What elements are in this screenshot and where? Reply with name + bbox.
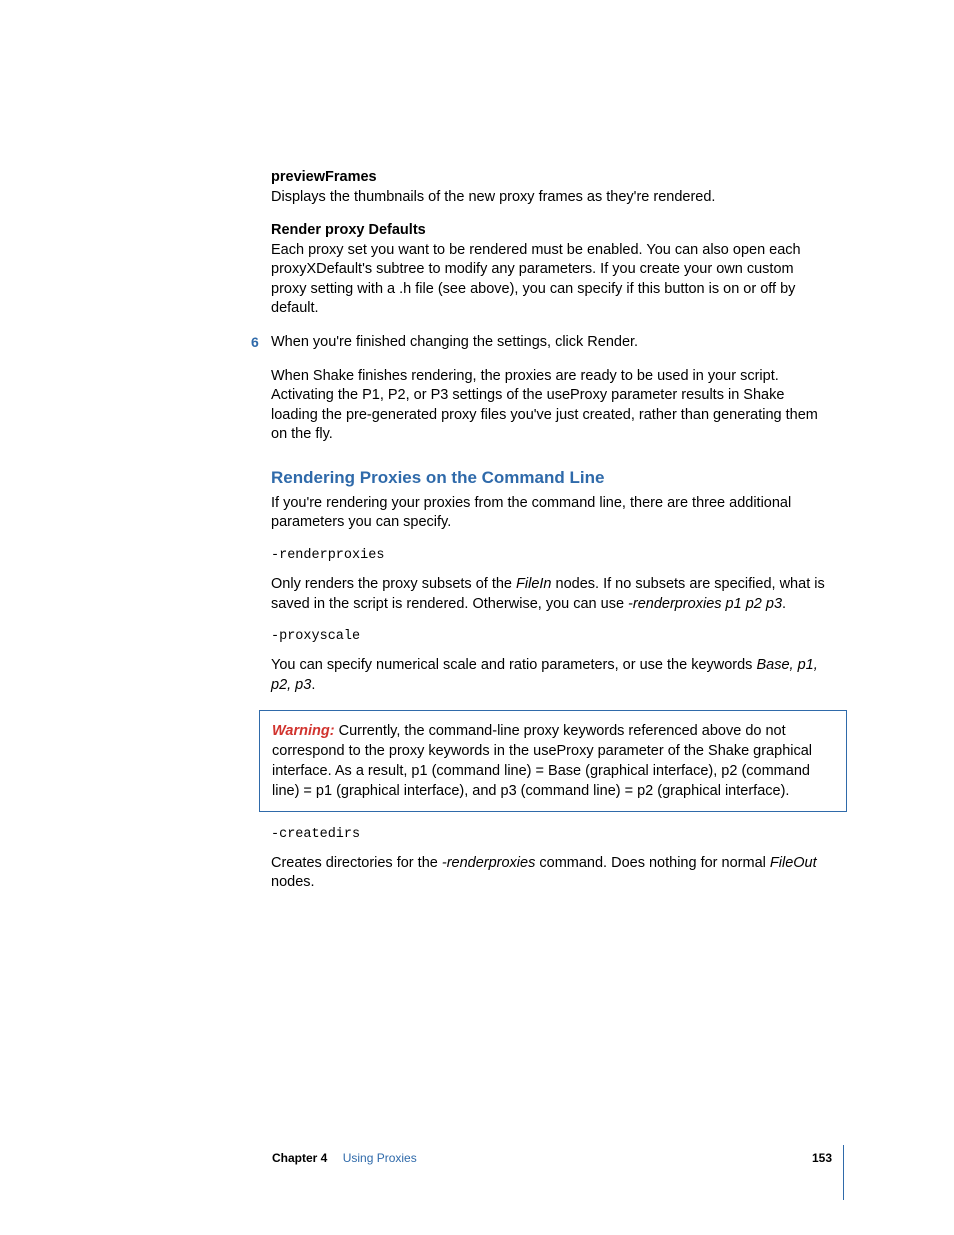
text: Only renders the proxy subsets of the [271, 576, 516, 592]
warning-label: Warning: [272, 723, 335, 739]
text: . [782, 596, 786, 612]
desc-proxyscale: You can specify numerical scale and rati… [271, 656, 831, 695]
desc-createdirs: Creates directories for the -renderproxi… [271, 854, 831, 893]
section-previewframes: previewFrames Displays the thumbnails of… [271, 168, 831, 207]
cmd-createdirs: -createdirs [271, 826, 831, 844]
page-content: previewFrames Displays the thumbnails of… [271, 168, 831, 907]
warning-body: Currently, the command-line proxy keywor… [272, 723, 812, 799]
text: nodes. [271, 874, 315, 890]
text: You can specify numerical scale and rati… [271, 657, 756, 673]
text: . [311, 677, 315, 693]
footer-rule [843, 1145, 844, 1200]
text-italic: -renderproxies [442, 855, 536, 871]
step-6: 6 When you're finished changing the sett… [271, 333, 831, 353]
step-6-body: When Shake finishes rendering, the proxi… [271, 367, 831, 445]
heading-rendering-proxies-cli: Rendering Proxies on the Command Line [271, 467, 831, 490]
body-renderproxydefaults: Each proxy set you want to be rendered m… [271, 241, 831, 319]
footer-title: Using Proxies [343, 1151, 417, 1165]
footer-chapter: Chapter 4 [272, 1151, 327, 1165]
section-renderproxydefaults: Render proxy Defaults Each proxy set you… [271, 221, 831, 319]
body-previewframes: Displays the thumbnails of the new proxy… [271, 188, 831, 208]
heading-renderproxydefaults: Render proxy Defaults [271, 221, 831, 241]
cmd-proxyscale: -proxyscale [271, 628, 831, 646]
text-italic: FileOut [770, 855, 817, 871]
step-number: 6 [251, 333, 259, 352]
text: Creates directories for the [271, 855, 442, 871]
warning-box: Warning: Currently, the command-line pro… [259, 710, 847, 812]
heading-previewframes: previewFrames [271, 168, 831, 188]
intro-cli: If you're rendering your proxies from th… [271, 494, 831, 533]
text: command. Does nothing for normal [535, 855, 770, 871]
text-italic: FileIn [516, 576, 551, 592]
text-italic: -renderproxies p1 p2 p3 [628, 596, 782, 612]
cmd-renderproxies: -renderproxies [271, 547, 831, 565]
footer-page-number: 153 [812, 1150, 832, 1166]
desc-renderproxies: Only renders the proxy subsets of the Fi… [271, 575, 831, 614]
footer-left: Chapter 4 Using Proxies [272, 1150, 417, 1166]
step-line: When you're finished changing the settin… [271, 333, 831, 353]
